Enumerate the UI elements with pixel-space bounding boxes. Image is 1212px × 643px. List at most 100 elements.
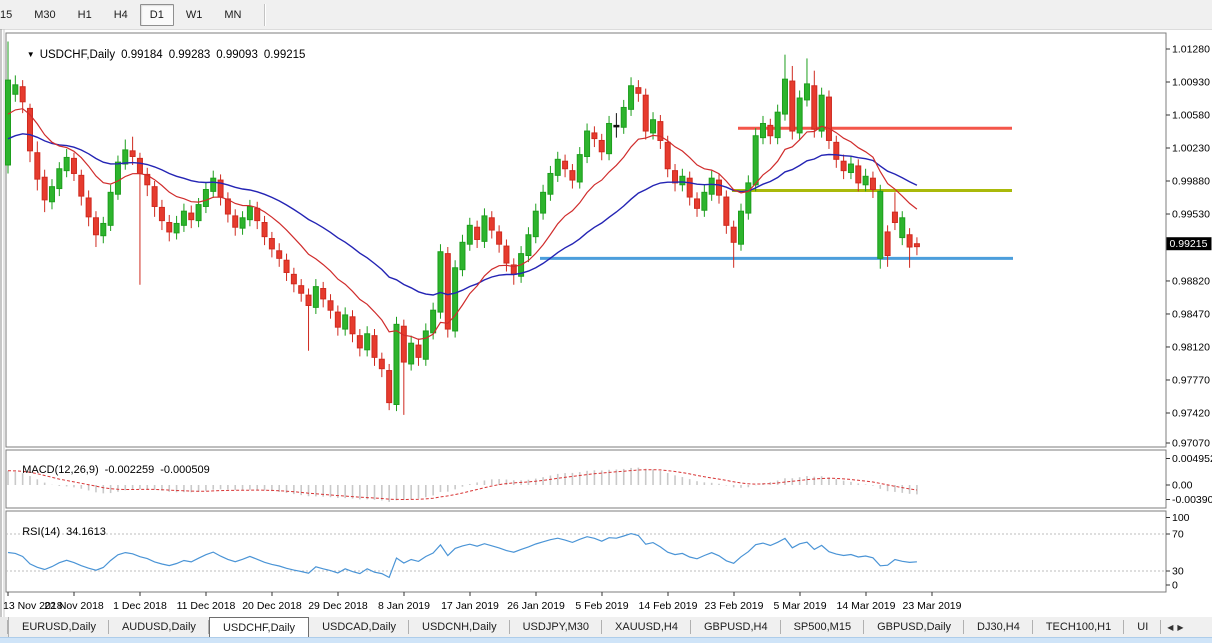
- candle-body: [621, 107, 626, 127]
- candle-body: [892, 212, 897, 222]
- date-axis-label: 5 Feb 2019: [575, 600, 628, 612]
- candle-body: [541, 192, 546, 213]
- rsi-axis-label: 30: [1172, 566, 1184, 578]
- date-axis-label: 20 Dec 2018: [242, 600, 302, 612]
- price-axis-label: 1.00230: [1172, 143, 1210, 155]
- timeframe-button-w1[interactable]: W1: [176, 4, 213, 26]
- price-chart-canvas[interactable]: 1.012801.009301.005801.002300.998800.995…: [0, 29, 1212, 617]
- chart-area[interactable]: 1.012801.009301.005801.002300.998800.995…: [0, 29, 1212, 617]
- candle-body: [350, 317, 355, 334]
- macd-indicator-label: MACD(12,26,9)-0.002259-0.000509: [10, 452, 210, 488]
- toolbar-separator: [264, 4, 266, 26]
- chart-tab-eurusd-daily[interactable]: EURUSD,Daily: [9, 617, 109, 637]
- rsi-indicator-label: RSI(14)34.1613: [10, 514, 106, 550]
- tab-scroll-right-icon[interactable]: ▶: [1177, 623, 1183, 632]
- candle-body: [651, 120, 656, 133]
- candle-body: [819, 95, 824, 131]
- timeframe-button-h1[interactable]: H1: [68, 4, 102, 26]
- chart-tab-usdcad-daily[interactable]: USDCAD,Daily: [309, 617, 409, 637]
- date-axis-label: 17 Jan 2019: [441, 600, 499, 612]
- timeframe-button-mn[interactable]: MN: [214, 4, 251, 26]
- mt4-window: 15M30H1H4D1W1MN 1.012801.009301.005801.0…: [0, 0, 1212, 643]
- candle-body: [423, 331, 428, 359]
- chart-tab-sp500-m15[interactable]: SP500,M15: [781, 617, 864, 637]
- chart-tab-tech100-h1[interactable]: TECH100,H1: [1033, 617, 1124, 637]
- candle-body: [826, 97, 831, 140]
- candle-body: [907, 235, 912, 247]
- timeframe-button-h4[interactable]: H4: [104, 4, 138, 26]
- price-axis-label: 0.97770: [1172, 374, 1210, 386]
- date-axis-label: 22 Nov 2018: [44, 600, 104, 612]
- candle-body: [247, 206, 252, 219]
- chart-tab-audusd-daily[interactable]: AUDUSD,Daily: [109, 617, 209, 637]
- macd-signal-value: -0.000509: [160, 464, 210, 476]
- candle-body: [306, 295, 311, 305]
- candle-body: [475, 227, 480, 239]
- candle-body: [49, 187, 54, 202]
- date-axis-label: 11 Dec 2018: [177, 600, 236, 612]
- candle-body: [592, 133, 597, 139]
- timeframe-button-d1[interactable]: D1: [140, 4, 174, 26]
- chart-tab-ui[interactable]: UI: [1124, 617, 1161, 637]
- candle-body: [365, 334, 370, 350]
- price-axis-label: 0.99530: [1172, 209, 1210, 221]
- price-axis-label: 1.01280: [1172, 43, 1210, 55]
- ohlc-close: 0.99215: [264, 49, 306, 61]
- candle-body: [570, 171, 575, 180]
- chart-tab-usdchf-daily[interactable]: USDCHF,Daily: [209, 617, 309, 637]
- candle-body: [299, 286, 304, 294]
- price-axis-label: 0.97070: [1172, 438, 1210, 450]
- candle-body: [548, 173, 553, 194]
- candle-body: [335, 312, 340, 327]
- candle-body: [585, 131, 590, 156]
- chart-tab-gbpusd-h4[interactable]: GBPUSD,H4: [691, 617, 781, 637]
- candle-body: [284, 260, 289, 272]
- chart-tab-dj30-h4[interactable]: DJ30,H4: [964, 617, 1033, 637]
- candle-body: [387, 371, 392, 403]
- candle-body: [885, 232, 890, 256]
- candle-body: [453, 268, 458, 331]
- tab-scroll-left-icon[interactable]: ◀: [1167, 623, 1173, 632]
- candle-body: [211, 178, 216, 191]
- candle-body: [489, 218, 494, 230]
- date-axis-label: 23 Feb 2019: [705, 600, 764, 612]
- chart-tab-usdcnh-daily[interactable]: USDCNH,Daily: [409, 617, 510, 637]
- candle-body: [269, 239, 274, 249]
- candle-body: [695, 199, 700, 208]
- price-axis-label: 0.99880: [1172, 176, 1210, 188]
- date-axis-label: 14 Mar 2019: [837, 600, 896, 612]
- candle-body: [863, 176, 868, 184]
- chart-tab-usdjpy-m30[interactable]: USDJPY,M30: [510, 617, 602, 637]
- candle-body: [71, 158, 76, 173]
- candle-body: [174, 223, 179, 232]
- chart-tab-gbpusd-daily[interactable]: GBPUSD,Daily: [864, 617, 964, 637]
- rsi-panel: [6, 511, 1166, 592]
- timeframe-button-m30[interactable]: M30: [24, 4, 65, 26]
- candle-body: [79, 175, 84, 196]
- candle-body: [753, 136, 758, 185]
- price-axis-label: 0.97420: [1172, 407, 1210, 419]
- bottom-strip: [0, 637, 1212, 643]
- candle-body: [57, 169, 62, 189]
- macd-axis-label: 0.004952: [1172, 453, 1212, 465]
- macd-axis-label: 0.00: [1172, 480, 1193, 492]
- macd-main-value: -0.002259: [105, 464, 155, 476]
- candle-body: [790, 81, 795, 131]
- candle-body: [196, 205, 201, 221]
- candle-body: [167, 223, 172, 232]
- candle-body: [768, 125, 773, 135]
- candle-body: [181, 211, 186, 225]
- candle-body: [431, 310, 436, 333]
- candle-body: [636, 88, 641, 94]
- candle-body: [416, 345, 421, 357]
- date-axis-label: 14 Feb 2019: [639, 600, 698, 612]
- timeframe-button-15[interactable]: 15: [0, 4, 22, 26]
- candle-body: [321, 289, 326, 299]
- candle-body: [812, 86, 817, 129]
- candle-body: [401, 326, 406, 362]
- candle-body: [262, 223, 267, 237]
- chart-tab-xauusd-h4[interactable]: XAUUSD,H4: [602, 617, 691, 637]
- candle-body: [914, 244, 919, 247]
- candle-body: [746, 183, 751, 213]
- candle-body: [804, 84, 809, 100]
